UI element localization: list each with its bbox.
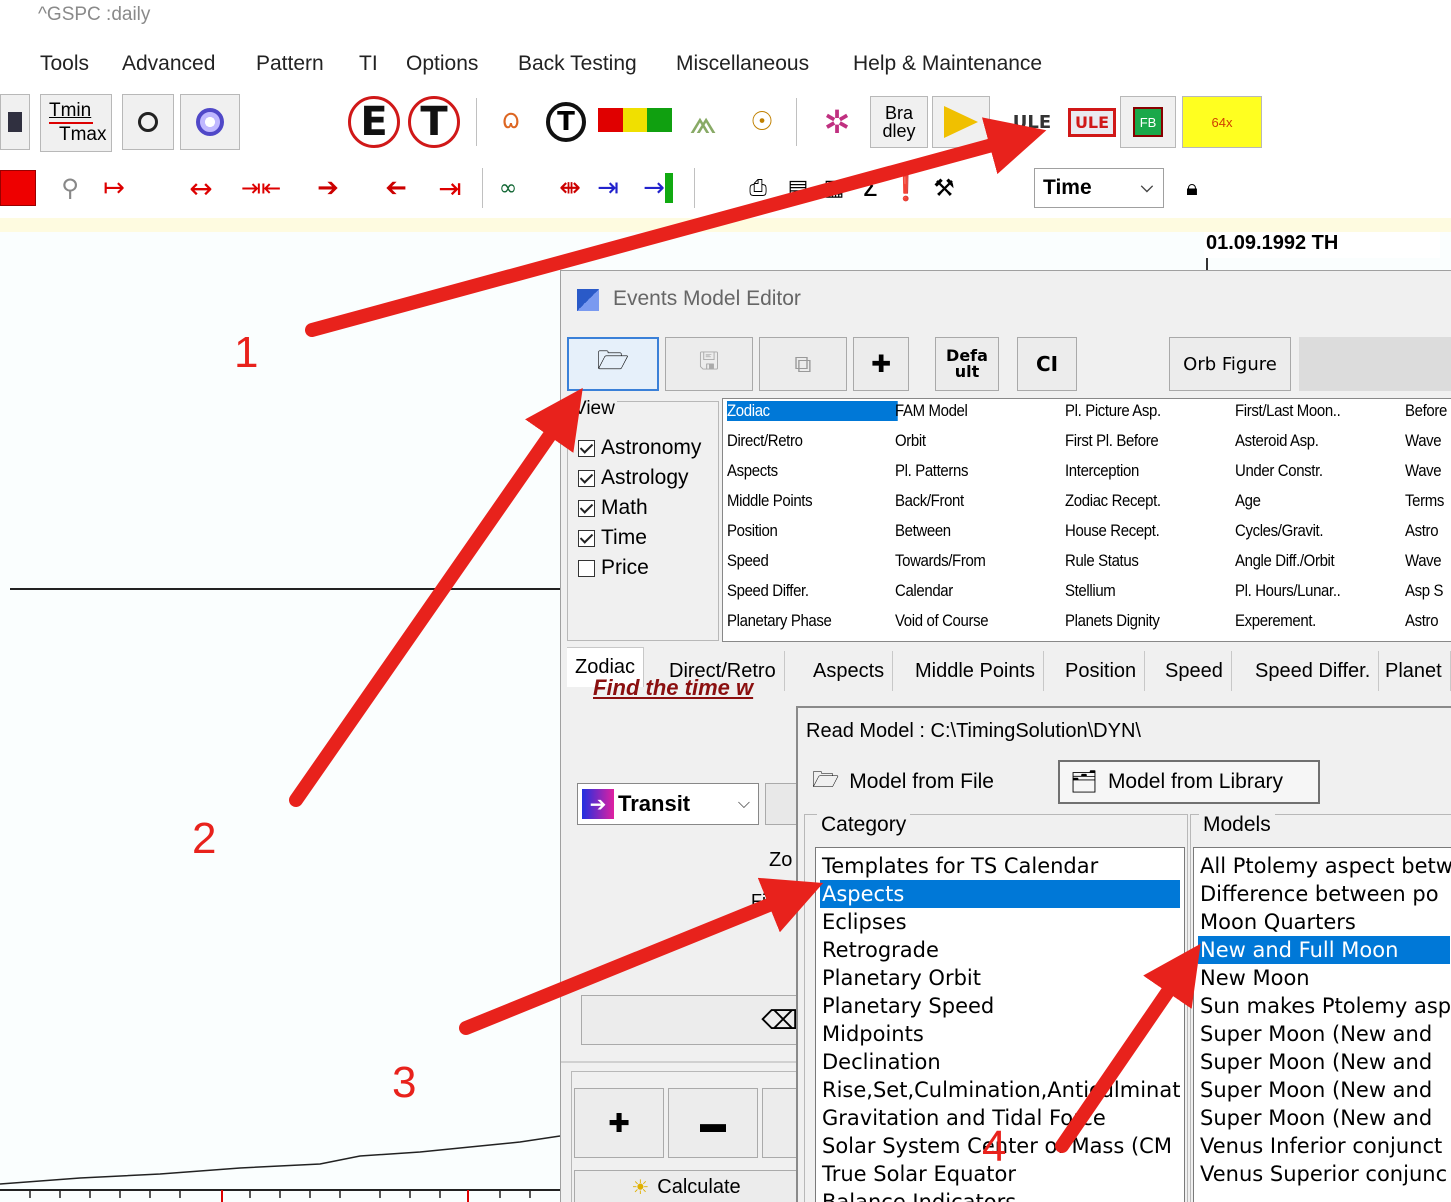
arrow-overlay xyxy=(289,117,1201,1153)
arrow-1 xyxy=(305,117,1047,337)
arrow-3 xyxy=(459,877,824,1035)
arrow-4 xyxy=(1055,943,1201,1153)
arrow-2 xyxy=(289,387,583,807)
